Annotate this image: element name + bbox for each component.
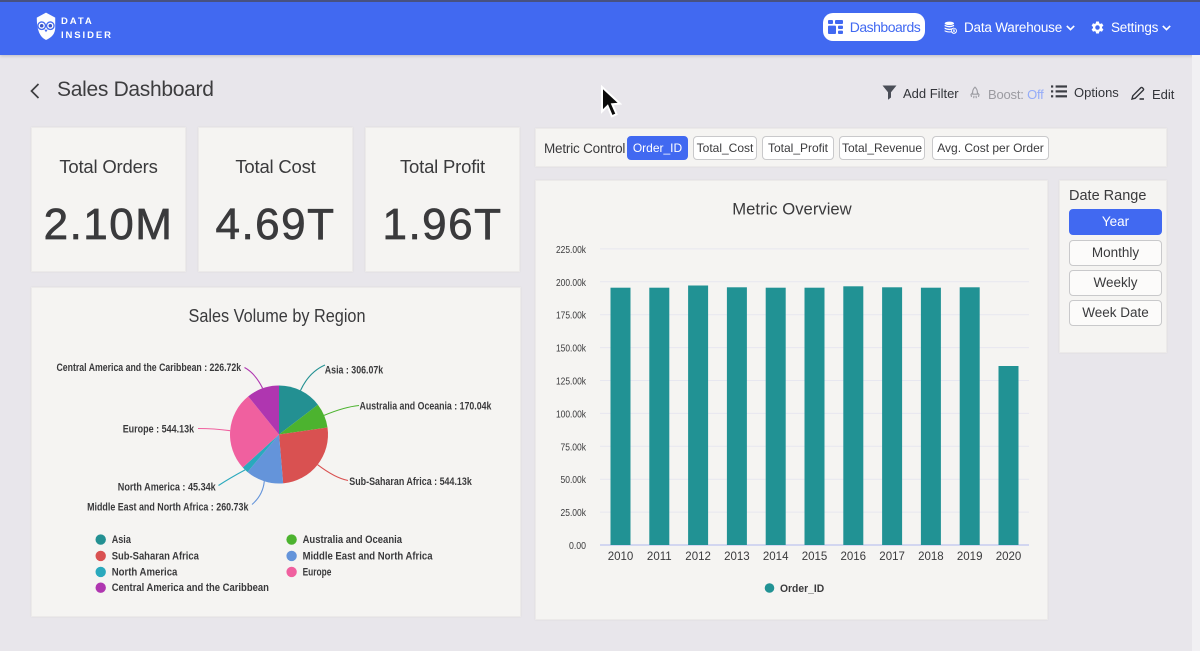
svg-text:2019: 2019 <box>957 551 983 563</box>
svg-text:Australia and Oceania: Australia and Oceania <box>303 534 403 546</box>
svg-text:2015: 2015 <box>802 551 828 563</box>
svg-text:2017: 2017 <box>879 551 905 563</box>
svg-text:2020: 2020 <box>996 551 1022 563</box>
svg-text:2012: 2012 <box>685 551 711 563</box>
svg-text:200.00k: 200.00k <box>556 277 587 289</box>
svg-text:225.00k: 225.00k <box>556 244 587 256</box>
svg-text:50.00k: 50.00k <box>561 474 587 486</box>
svg-text:150.00k: 150.00k <box>556 343 587 355</box>
svg-text:Australia and Oceania : 170.04: Australia and Oceania : 170.04k <box>360 400 493 412</box>
svg-text:2016: 2016 <box>841 551 867 563</box>
svg-text:Metric Overview: Metric Overview <box>732 200 852 219</box>
svg-text:Central America and the Caribb: Central America and the Caribbean : 226.… <box>57 362 242 374</box>
svg-text:North America: North America <box>112 566 178 578</box>
svg-text:Middle East and North Africa :: Middle East and North Africa : 260.73k <box>87 501 249 513</box>
svg-text:Central America and the Caribb: Central America and the Caribbean <box>112 582 269 594</box>
svg-text:Sub-Saharan Africa : 544.13k: Sub-Saharan Africa : 544.13k <box>349 476 472 488</box>
svg-text:Sales Volume by Region: Sales Volume by Region <box>189 305 366 326</box>
svg-text:25.00k: 25.00k <box>561 507 587 519</box>
svg-text:Asia : 306.07k: Asia : 306.07k <box>325 365 384 377</box>
svg-text:Order_ID: Order_ID <box>780 583 824 595</box>
svg-text:0.00: 0.00 <box>569 540 586 552</box>
svg-text:75.00k: 75.00k <box>561 441 587 453</box>
svg-text:2011: 2011 <box>647 551 672 563</box>
svg-text:Middle East and North Africa: Middle East and North Africa <box>303 550 434 562</box>
svg-text:Sub-Saharan Africa: Sub-Saharan Africa <box>112 550 200 562</box>
svg-text:Europe: Europe <box>303 566 332 578</box>
svg-text:2014: 2014 <box>763 551 789 563</box>
svg-text:North America : 45.34k: North America : 45.34k <box>118 482 217 494</box>
svg-text:125.00k: 125.00k <box>556 376 587 388</box>
svg-text:2010: 2010 <box>608 551 634 563</box>
svg-text:2018: 2018 <box>918 551 944 563</box>
svg-text:175.00k: 175.00k <box>556 310 587 322</box>
svg-text:2013: 2013 <box>724 551 750 563</box>
svg-text:100.00k: 100.00k <box>556 408 587 420</box>
svg-text:Europe : 544.13k: Europe : 544.13k <box>123 424 195 436</box>
svg-text:Asia: Asia <box>112 534 132 546</box>
